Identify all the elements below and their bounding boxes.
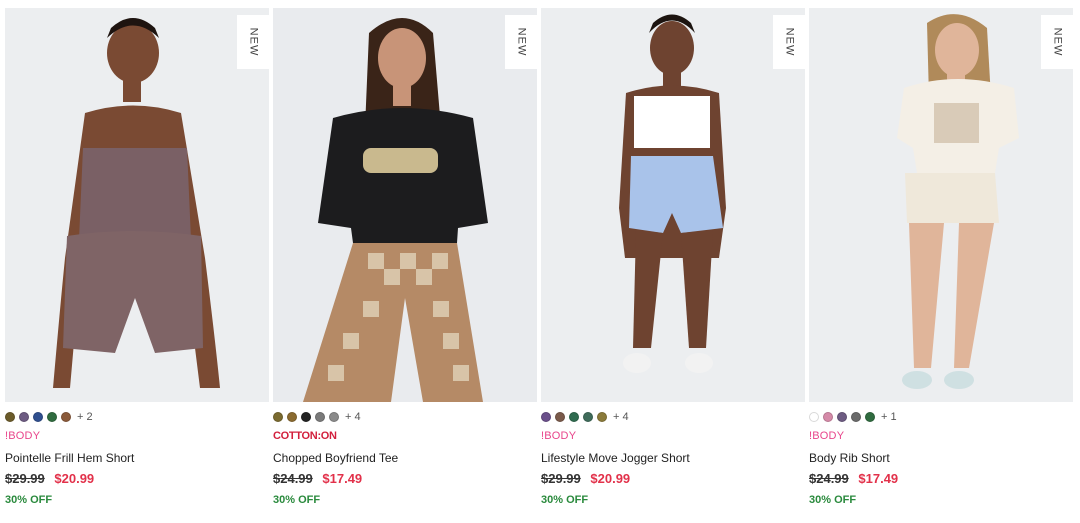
brand-label: !BODY xyxy=(541,430,577,442)
color-swatch[interactable] xyxy=(47,412,57,422)
color-swatch[interactable] xyxy=(851,412,861,422)
color-swatches: + 4 xyxy=(273,411,361,423)
model-photo xyxy=(541,8,805,402)
color-swatch[interactable] xyxy=(837,412,847,422)
product-image[interactable]: NEW xyxy=(541,8,805,402)
more-colors-count[interactable]: + 1 xyxy=(881,411,897,423)
color-swatch[interactable] xyxy=(315,412,325,422)
color-swatch[interactable] xyxy=(19,412,29,422)
color-swatches: + 4 xyxy=(541,411,629,423)
new-badge: NEW xyxy=(505,15,537,69)
brand-label: COTTON:ON xyxy=(273,430,337,442)
product-card[interactable]: NEW + 1 !BODY Body Rib Short $24.99 $17.… xyxy=(809,8,1073,518)
model-photo xyxy=(809,8,1073,402)
more-colors-count[interactable]: + 4 xyxy=(345,411,361,423)
product-name[interactable]: Pointelle Frill Hem Short xyxy=(5,451,134,465)
price-row: $29.99 $20.99 xyxy=(5,471,94,486)
new-badge: NEW xyxy=(1041,15,1073,69)
product-name[interactable]: Body Rib Short xyxy=(809,451,890,465)
color-swatches: + 1 xyxy=(809,411,897,423)
color-swatch[interactable] xyxy=(569,412,579,422)
product-name[interactable]: Lifestyle Move Jogger Short xyxy=(541,451,690,465)
product-grid: NEW + 2 !BODY Pointelle Frill Hem Short … xyxy=(0,0,1080,523)
price-row: $24.99 $17.49 xyxy=(273,471,362,486)
discount-label: 30% OFF xyxy=(273,494,321,506)
brand-label: !BODY xyxy=(5,430,41,442)
more-colors-count[interactable]: + 2 xyxy=(77,411,93,423)
brand-label: !BODY xyxy=(809,430,845,442)
product-image[interactable]: NEW xyxy=(5,8,269,402)
original-price: $29.99 xyxy=(541,471,581,486)
color-swatch[interactable] xyxy=(823,412,833,422)
new-badge: NEW xyxy=(773,15,805,69)
discount-label: 30% OFF xyxy=(5,494,53,506)
color-swatch[interactable] xyxy=(273,412,283,422)
color-swatch[interactable] xyxy=(865,412,875,422)
color-swatch[interactable] xyxy=(597,412,607,422)
discount-label: 30% OFF xyxy=(541,494,589,506)
product-card[interactable]: NEW + 4 !BODY Lifestyle Move Jogger Shor… xyxy=(541,8,805,518)
discount-label: 30% OFF xyxy=(809,494,857,506)
color-swatch[interactable] xyxy=(33,412,43,422)
color-swatch[interactable] xyxy=(329,412,339,422)
product-image[interactable]: NEW xyxy=(809,8,1073,402)
sale-price: $17.49 xyxy=(322,471,363,486)
color-swatch[interactable] xyxy=(555,412,565,422)
model-photo xyxy=(273,8,537,402)
color-swatch[interactable] xyxy=(61,412,71,422)
color-swatch[interactable] xyxy=(583,412,593,422)
product-name[interactable]: Chopped Boyfriend Tee xyxy=(273,451,398,465)
sale-price: $20.99 xyxy=(54,471,95,486)
color-swatch[interactable] xyxy=(287,412,297,422)
sale-price: $17.49 xyxy=(858,471,899,486)
color-swatches: + 2 xyxy=(5,411,93,423)
color-swatch[interactable] xyxy=(301,412,311,422)
original-price: $29.99 xyxy=(5,471,45,486)
price-row: $24.99 $17.49 xyxy=(809,471,898,486)
color-swatch[interactable] xyxy=(809,412,819,422)
model-photo xyxy=(5,8,269,402)
sale-price: $20.99 xyxy=(590,471,631,486)
new-badge: NEW xyxy=(237,15,269,69)
price-row: $29.99 $20.99 xyxy=(541,471,630,486)
original-price: $24.99 xyxy=(273,471,313,486)
product-card[interactable]: NEW + 2 !BODY Pointelle Frill Hem Short … xyxy=(5,8,269,518)
product-card[interactable]: NEW + 4 COTTON:ON Chopped Boyfriend Tee … xyxy=(273,8,537,518)
color-swatch[interactable] xyxy=(5,412,15,422)
color-swatch[interactable] xyxy=(541,412,551,422)
more-colors-count[interactable]: + 4 xyxy=(613,411,629,423)
product-image[interactable]: NEW xyxy=(273,8,537,402)
original-price: $24.99 xyxy=(809,471,849,486)
